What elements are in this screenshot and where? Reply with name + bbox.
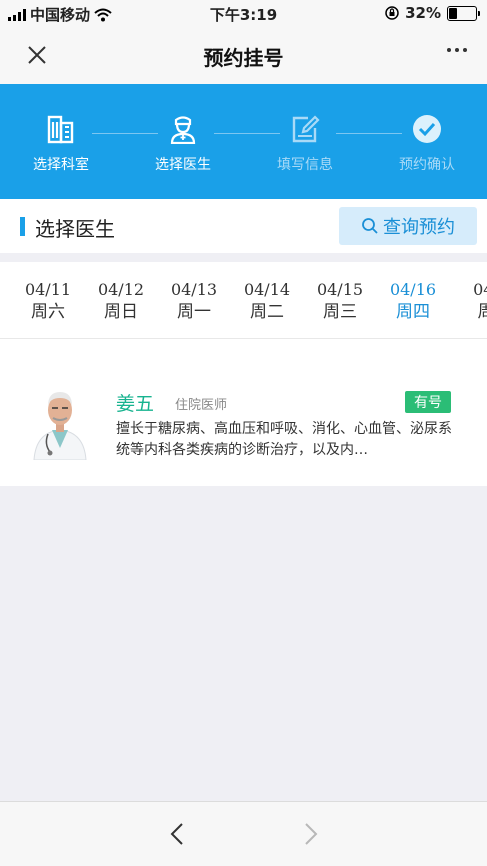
bottom-toolbar [0,801,487,866]
date-item-selected[interactable]: 04/16 周四 [383,279,443,323]
status-bar: 中国移动 下午3:19 32% [0,0,487,28]
date-item[interactable]: 04/11 周六 [18,279,78,323]
date-label: 04/12 [97,280,145,299]
query-button-label: 查询预约 [383,217,455,238]
weekday-label: 周六 [31,302,65,322]
section-header: 选择医生 查询预约 [0,199,487,253]
step-select-department: 选择科室 [16,114,106,174]
weekday-label: 周日 [104,302,138,322]
section-title: 选择医生 [35,217,115,241]
date-item[interactable]: 04/14 周二 [237,279,297,323]
date-label: 04/15 [316,280,364,299]
orientation-lock-icon [385,6,399,20]
doctor-list: 姜五 住院医师 有号 擅长于糖尿病、高血压和呼吸、消化、心血管、泌尿系统等内科各… [0,339,487,486]
step-label: 选择医生 [155,157,211,173]
weekday-label: 周一 [177,302,211,322]
date-item[interactable]: 04/周 [456,279,487,323]
progress-steps: 选择科室 选择医生 填写信息 预约确认 [0,84,487,199]
search-icon [362,218,378,234]
step-confirm: 预约确认 [382,114,472,174]
date-item[interactable]: 04/15 周三 [310,279,370,323]
navigation-bar: 预约挂号 [0,28,487,85]
check-circle-icon [413,115,441,143]
date-item[interactable]: 04/12 周日 [91,279,151,323]
weekday-label: 周三 [323,302,357,322]
date-label: 04/13 [170,280,218,299]
battery-icon [447,5,480,21]
step-fill-info: 填写信息 [260,114,350,174]
weekday-label: 周 [456,301,487,323]
page-title: 预约挂号 [203,46,284,70]
date-label: 04/ [473,280,487,299]
availability-badge: 有号 [405,391,451,413]
date-label: 04/14 [243,280,291,299]
step-label: 预约确认 [399,157,455,173]
step-label: 填写信息 [277,157,333,173]
doctor-title: 住院医师 [175,398,228,413]
weekday-label: 周四 [396,302,430,322]
date-label: 04/11 [24,280,72,299]
date-selector: 04/11 周六 04/12 周日 04/13 周一 04/14 周二 04/15 周三 … [0,262,487,339]
section-accent-bar [20,217,25,236]
forward-arrow-icon[interactable] [298,822,322,846]
battery-percent: 32% [405,4,441,22]
doctor-icon [170,116,196,145]
doctor-card[interactable]: 姜五 住院医师 有号 擅长于糖尿病、高血压和呼吸、消化、心血管、泌尿系统等内科各… [0,379,487,469]
back-arrow-icon[interactable] [166,822,190,846]
more-icon[interactable] [447,48,467,52]
step-select-doctor: 选择医生 [138,114,228,174]
doctor-avatar [30,382,90,460]
date-label: 04/16 [389,280,437,299]
doctor-description: 擅长于糖尿病、高血压和呼吸、消化、心血管、泌尿系统等内科各类疾病的诊断治疗，以及… [116,421,452,458]
building-icon [47,115,74,144]
date-item[interactable]: 04/13 周一 [164,279,224,323]
step-label: 选择科室 [33,157,89,173]
doctor-name: 姜五 [116,393,155,415]
weekday-label: 周二 [250,302,284,322]
edit-icon [292,115,320,143]
query-appointment-button[interactable]: 查询预约 [339,207,477,245]
